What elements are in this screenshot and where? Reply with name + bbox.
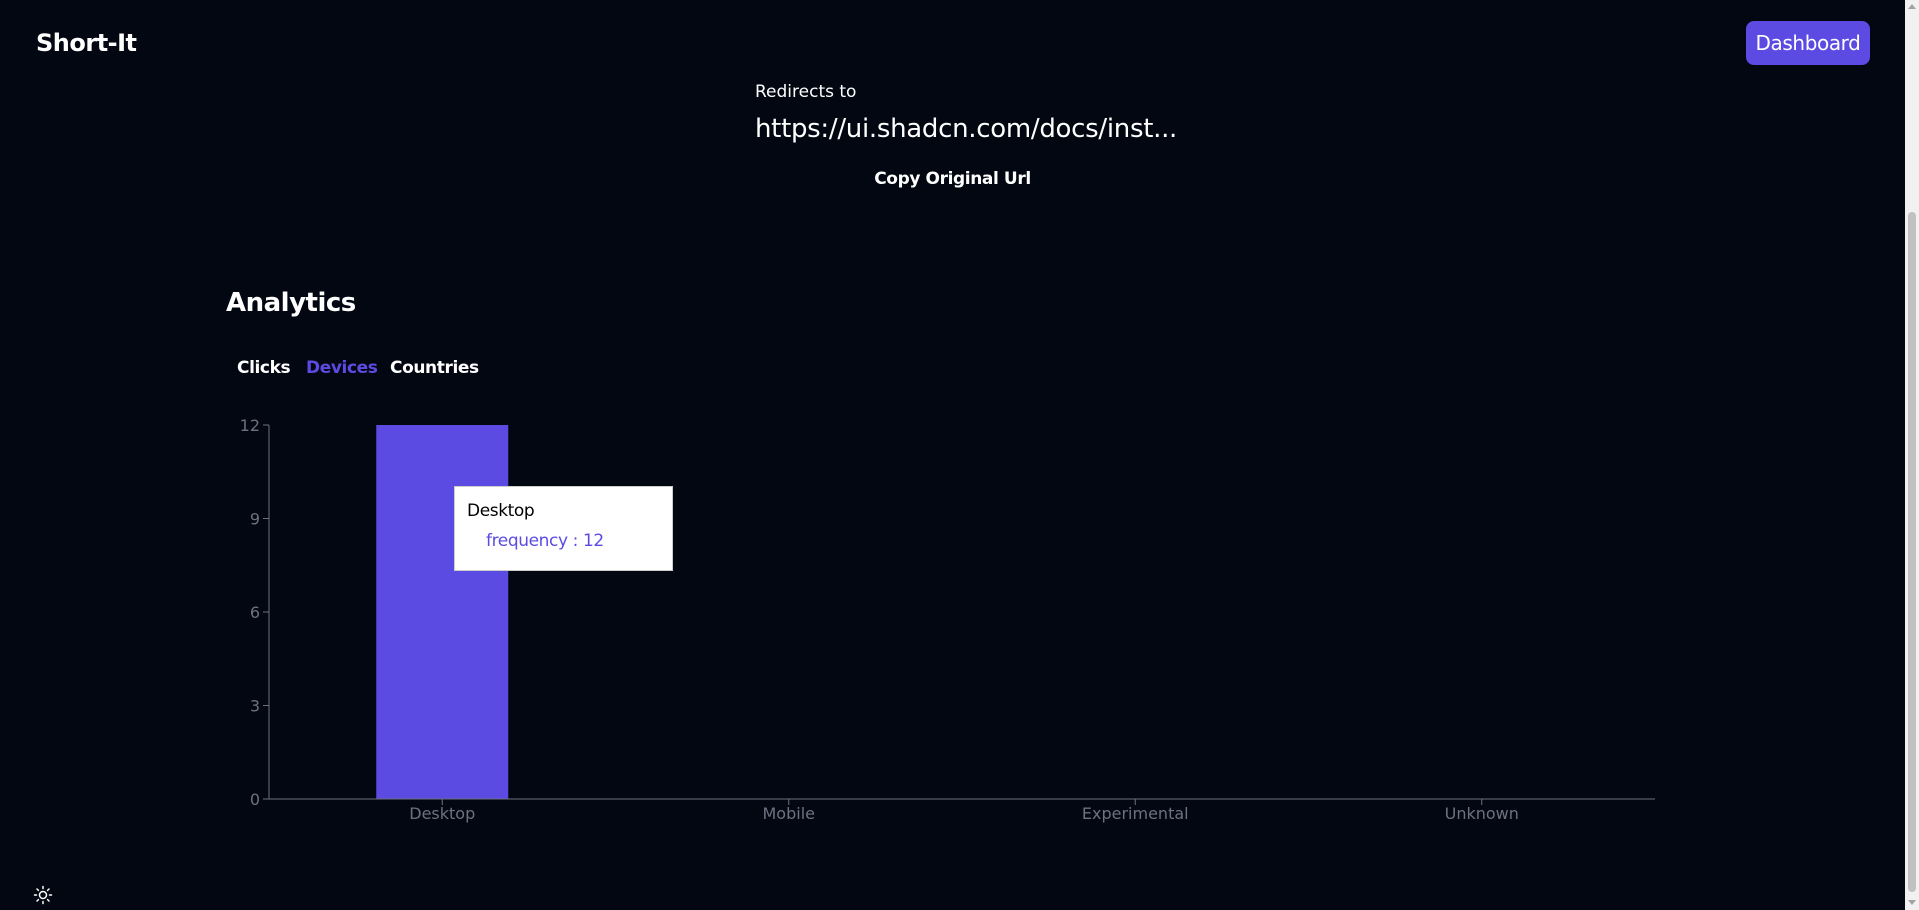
x-tick-label-desktop: Desktop [409,804,475,823]
scroll-down-arrow-icon[interactable] [1908,900,1916,905]
scroll-thumb[interactable] [1908,212,1916,892]
y-tick-label: 12 [240,416,260,435]
devices-bar-chart: 0 3 6 9 12 Desktop Mobile Experimental Unknown [240,416,1655,823]
x-tick-label-mobile: Mobile [763,804,815,823]
vertical-scrollbar[interactable] [1905,0,1919,910]
y-tick-label: 3 [250,697,260,716]
scroll-up-arrow-icon[interactable] [1908,4,1916,9]
bar-desktop[interactable] [376,425,509,799]
tooltip-value: frequency : 12 [486,531,604,551]
y-tick-label: 9 [250,510,260,529]
x-tick-label-experimental: Experimental [1082,804,1189,823]
chart-tooltip: Desktop frequency : 12 [454,486,673,571]
y-tick-label: 6 [250,603,260,622]
app-root: Short-It Dashboard Redirects to https://… [0,0,1919,910]
tooltip-label: Desktop [467,501,535,521]
y-tick-label: 0 [250,790,260,809]
x-tick-label-unknown: Unknown [1445,804,1519,823]
theme-toggle-button[interactable] [33,885,53,905]
sun-icon [33,885,53,905]
